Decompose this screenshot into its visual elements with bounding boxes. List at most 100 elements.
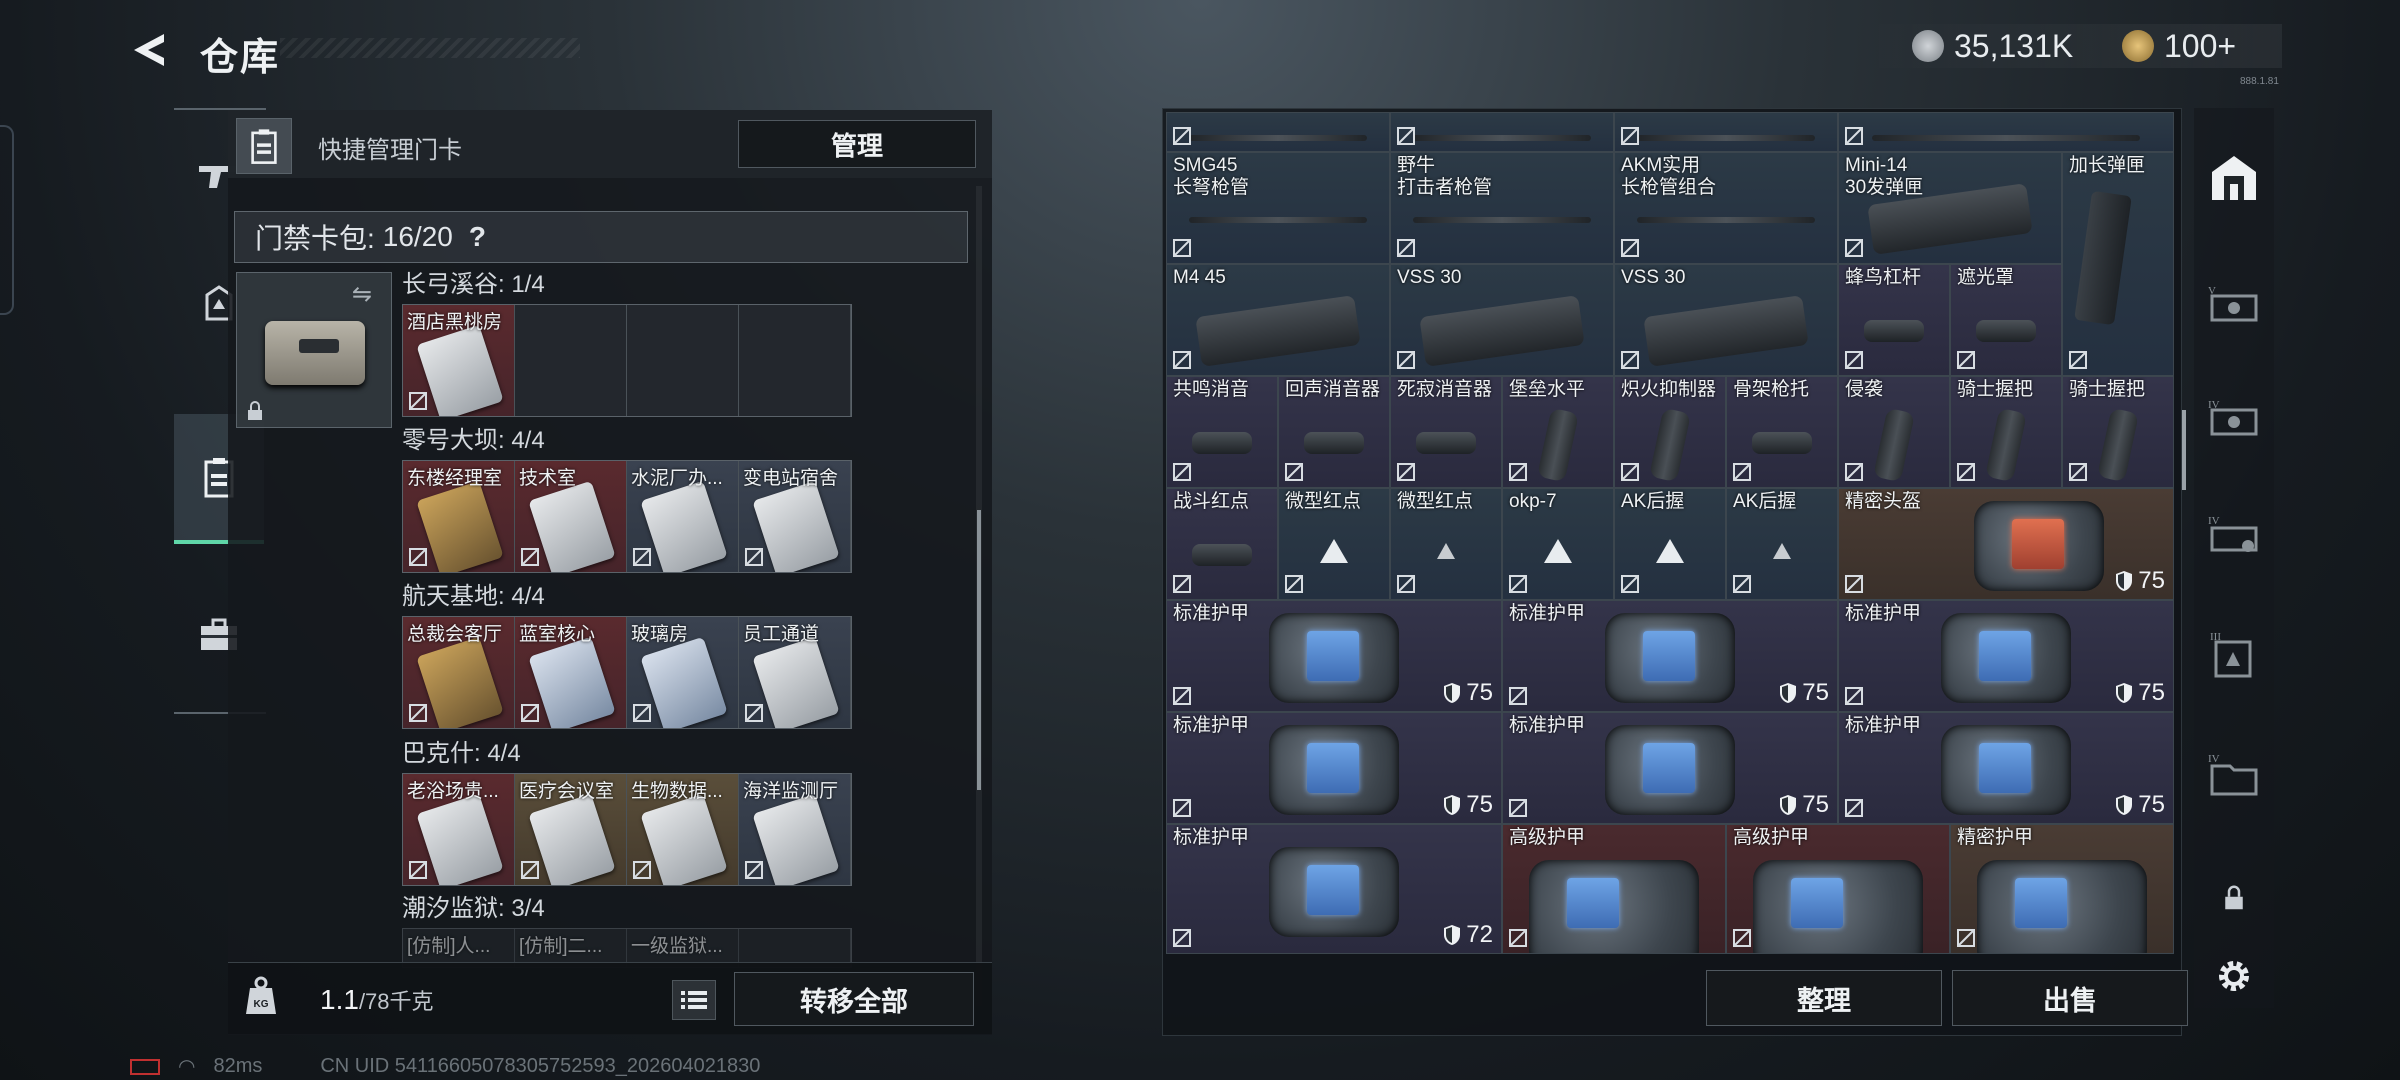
cardbag-count: 16/20 (382, 221, 453, 252)
inventory-item[interactable]: 骑士握把 (1950, 376, 2062, 488)
inventory-scrollbar[interactable] (2182, 410, 2186, 490)
inventory-item[interactable] (1390, 112, 1614, 152)
no-drop-icon (1397, 575, 1415, 593)
keycard-image (528, 480, 616, 572)
keycard-slot[interactable]: 员工通道 (739, 617, 851, 728)
ammo-icon[interactable]: IV (2200, 384, 2268, 452)
currency-tickets[interactable]: 100+ (2122, 24, 2236, 68)
keycard-slot[interactable]: 东楼经理室 (403, 461, 515, 572)
folder-icon[interactable]: IV (2200, 740, 2268, 808)
scrollbar-thumb[interactable] (977, 510, 981, 790)
keycard-slot[interactable]: 水泥厂办... (627, 461, 739, 572)
status-bar: ◠ 82ms CN UID 5411660507830575259​3_2026… (130, 1054, 760, 1079)
settings-icon[interactable] (2200, 942, 2268, 1010)
armor-image (1977, 859, 2147, 953)
help-icon[interactable]: ? (469, 221, 486, 253)
attachment-image (1752, 432, 1812, 454)
keycard-slot[interactable]: 医疗会议室 (515, 774, 627, 885)
inventory-item[interactable]: 炽火抑制器 (1614, 376, 1726, 488)
inventory-item[interactable] (1166, 112, 1390, 152)
inventory-item[interactable]: 微型红点 (1278, 488, 1390, 600)
inventory-item[interactable] (1838, 112, 2174, 152)
inventory-item[interactable]: 共鸣消音 (1166, 376, 1278, 488)
inventory-item[interactable]: 精密头盔 75 (1838, 488, 2174, 600)
sort-button[interactable]: 整理 (1706, 970, 1942, 1026)
inventory-item[interactable]: VSS 30 (1390, 264, 1614, 376)
no-drop-icon (1173, 929, 1191, 947)
keycard-slot[interactable]: 技术室 (515, 461, 627, 572)
keycard-slot[interactable]: 变电站宿舍 (739, 461, 851, 572)
back-arrow-icon[interactable] (128, 30, 174, 70)
keycard-label: [仿制]人... (407, 936, 491, 957)
inventory-item[interactable]: 标准护甲 75 (1838, 712, 2174, 824)
inventory-item[interactable]: 标准护甲 72 (1166, 824, 1502, 954)
list-icon[interactable] (672, 980, 716, 1020)
side-drawer-handle[interactable] (0, 125, 14, 315)
keycard-slot[interactable]: 海洋监测厅 (739, 774, 851, 885)
attachment-image (1304, 432, 1364, 454)
equipment-icon[interactable]: V (2200, 270, 2268, 338)
keycard-row: 总裁会客厅 蓝室核心 玻璃房 员工通道 (402, 616, 852, 729)
inventory-item[interactable]: 标准护甲 75 (1166, 712, 1502, 824)
inventory-item[interactable]: AK后握 (1726, 488, 1838, 600)
armor-image (1269, 725, 1399, 816)
inventory-item[interactable]: VSS 30 (1614, 264, 1838, 376)
keycard-image (640, 636, 728, 728)
inventory-item[interactable]: 标准护甲 75 (1838, 600, 2174, 712)
keycard-slot[interactable]: 老浴场贵... (403, 774, 515, 885)
transfer-all-button[interactable]: 转移全部 (734, 972, 974, 1026)
inventory-item[interactable] (1614, 112, 1838, 152)
inventory-item[interactable]: 骑士握把 (2062, 376, 2174, 488)
keycard-slot[interactable] (627, 305, 739, 416)
keycard-slot[interactable] (515, 305, 627, 416)
keycard-slot[interactable]: 生物数据... (627, 774, 739, 885)
weight-kg-icon: KG (246, 976, 276, 1014)
item-name: okp-7 (1509, 491, 1557, 512)
keycard-slot[interactable]: 酒店黑桃房 (403, 305, 515, 416)
inventory-item[interactable]: 微型红点 (1390, 488, 1502, 600)
inventory-item[interactable]: 回声消音器 (1278, 376, 1390, 488)
currency-coins[interactable]: 35,131K (1912, 24, 2073, 68)
inventory-item[interactable]: M4 45 (1166, 264, 1390, 376)
inventory-item[interactable]: okp-7 (1502, 488, 1614, 600)
inventory-item[interactable]: 高级护甲 (1726, 824, 1950, 954)
sight-image (1544, 538, 1572, 563)
card-icon[interactable]: III (2200, 620, 2268, 688)
inventory-item[interactable]: 堡垒水平 (1502, 376, 1614, 488)
inventory-item[interactable]: 骨架枪托 (1726, 376, 1838, 488)
lock-icon[interactable] (2200, 864, 2268, 932)
inventory-item[interactable]: 野牛 打击者枪管 (1390, 152, 1614, 264)
inventory-item[interactable]: 标准护甲 75 (1502, 712, 1838, 824)
inventory-item[interactable]: 死寂消音器 (1390, 376, 1502, 488)
inventory-item[interactable]: 精密护甲 (1950, 824, 2174, 954)
inventory-item[interactable]: 侵袭 (1838, 376, 1950, 488)
inventory-item[interactable]: 蜂鸟杠杆 (1838, 264, 1950, 376)
inventory-item[interactable]: 遮光罩 (1950, 264, 2062, 376)
keycard-label: 变电站宿舍 (743, 468, 839, 489)
no-drop-icon (1733, 575, 1751, 593)
armor-image (1605, 613, 1735, 704)
chest-icon[interactable]: IV (2200, 500, 2268, 568)
inventory-item[interactable]: SMG45 长弩枪管 (1166, 152, 1390, 264)
keycard-slot[interactable] (739, 305, 851, 416)
keycard-slot[interactable]: 蓝室核心 (515, 617, 627, 728)
keycard-slot[interactable]: 玻璃房 (627, 617, 739, 728)
inventory-item[interactable]: 高级护甲 (1502, 824, 1726, 954)
sell-button[interactable]: 出售 (1952, 970, 2188, 1026)
inventory-item[interactable]: 加长弹匣 (2062, 152, 2174, 376)
no-drop-icon (1173, 799, 1191, 817)
inventory-item[interactable]: AK后握 (1614, 488, 1726, 600)
inventory-item[interactable]: 标准护甲 75 (1502, 600, 1838, 712)
cardbag-label: 门禁卡包: (255, 223, 375, 254)
keycard-slot[interactable]: 总裁会客厅 (403, 617, 515, 728)
no-drop-icon (1285, 575, 1303, 593)
inventory-item[interactable]: 标准护甲 75 (1166, 600, 1502, 712)
base-icon[interactable] (2200, 144, 2268, 212)
inventory-item[interactable]: 战斗红点 (1166, 488, 1278, 600)
manage-button[interactable]: 管理 (738, 120, 976, 168)
inventory-item[interactable]: Mini-14 30发弹匣 (1838, 152, 2062, 264)
item-name: AKM实用 长枪管组合 (1621, 155, 1717, 198)
inventory-item[interactable]: AKM实用 长枪管组合 (1614, 152, 1838, 264)
swap-icon[interactable]: ⇋ (352, 280, 372, 309)
item-name: AK后握 (1733, 491, 1797, 512)
